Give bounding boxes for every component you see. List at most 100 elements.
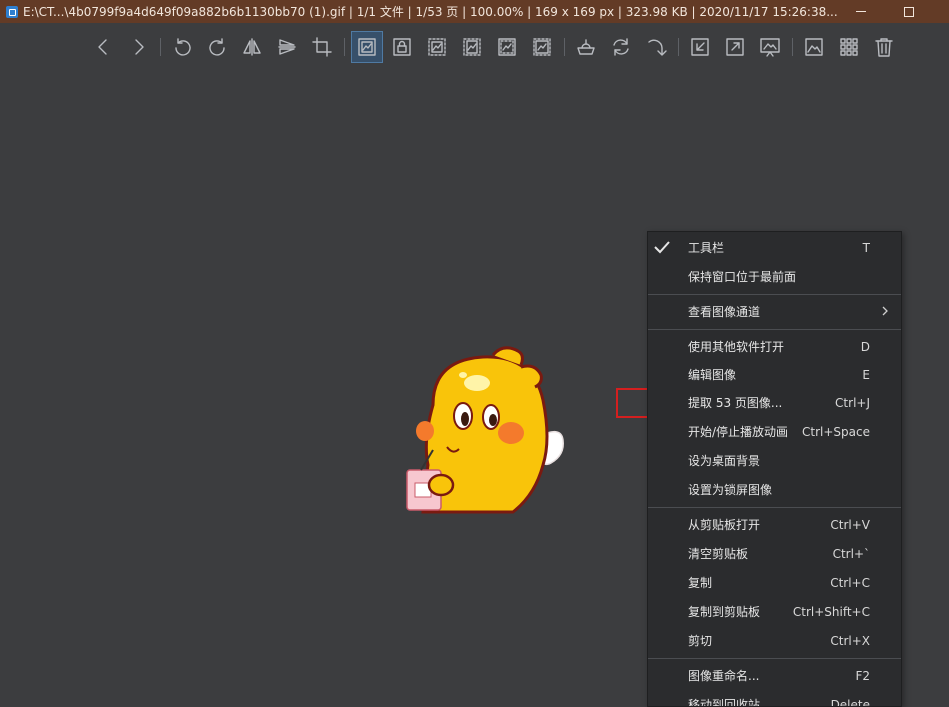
open-file-button[interactable]: [684, 31, 716, 63]
menu-separator: [648, 294, 901, 295]
menu-item-label: 复制: [688, 576, 713, 590]
menu-item-move-to-recycle-bin[interactable]: 移动到回收站 Delete: [648, 690, 901, 707]
next-button[interactable]: [122, 31, 154, 63]
fit-height-button[interactable]: [456, 31, 488, 63]
menu-item-label: 开始/停止播放动画: [688, 425, 789, 439]
frameless-icon: [760, 38, 780, 57]
slideshow-icon: [577, 39, 595, 55]
menu-item-clear-clipboard[interactable]: 清空剪贴板 Ctrl+`: [648, 539, 901, 568]
menu-item-label: 查看图像通道: [688, 305, 761, 319]
maximize-button[interactable]: [886, 0, 932, 23]
menu-separator: [648, 658, 901, 659]
menu-item-toggle-animation[interactable]: 开始/停止播放动画 Ctrl+Space: [648, 417, 901, 446]
app-icon: [6, 5, 18, 18]
prev-button[interactable]: [88, 31, 120, 63]
menu-item-shortcut: D: [860, 339, 870, 354]
menu-item-set-wallpaper[interactable]: 设为桌面背景: [648, 446, 901, 475]
lock-zoom-icon: [393, 38, 411, 56]
menu-separator: [648, 329, 901, 330]
menu-item-label: 剪切: [688, 634, 713, 648]
menu-item-label: 保持窗口位于最前面: [688, 270, 797, 284]
menu-item-rename[interactable]: 图像重命名... F2: [648, 661, 901, 690]
fit-window-button[interactable]: [491, 31, 523, 63]
redo-icon: [648, 39, 667, 56]
fit-width-button[interactable]: [421, 31, 453, 63]
frameless-button[interactable]: [754, 31, 786, 63]
fullscreen-button[interactable]: [719, 31, 751, 63]
menu-item-view-channels[interactable]: 查看图像通道: [648, 297, 901, 326]
menu-item-shortcut: T: [862, 240, 870, 255]
delete-icon: [875, 38, 893, 57]
menu-item-shortcut: Ctrl+Space: [802, 424, 870, 439]
refresh-button[interactable]: [605, 31, 637, 63]
flip-horizontal-button[interactable]: [236, 31, 268, 63]
menu-item-open-clipboard[interactable]: 从剪贴板打开 Ctrl+V: [648, 510, 901, 539]
menu-item-shortcut: Ctrl+X: [830, 633, 870, 648]
slideshow-button[interactable]: [570, 31, 602, 63]
displayed-image: [406, 346, 564, 514]
crop-button[interactable]: [306, 31, 338, 63]
actual-size-icon: [358, 38, 376, 56]
menu-item-label: 清空剪贴板: [688, 547, 749, 561]
menu-item-shortcut: Ctrl+Shift+C: [792, 604, 870, 619]
fit-width-icon: [428, 38, 446, 56]
menu-item-label: 编辑图像: [688, 368, 737, 382]
crop-icon: [312, 37, 332, 57]
menu-item-keep-on-top[interactable]: 保持窗口位于最前面: [648, 262, 901, 291]
window-title: E:\CT...\4b0799f9a4d649f09a882b6b1130bb7…: [23, 5, 838, 19]
delete-button[interactable]: [868, 31, 900, 63]
gallery-button[interactable]: [798, 31, 830, 63]
menu-item-shortcut: F2: [855, 668, 870, 683]
menu-item-open-with[interactable]: 使用其他软件打开 D: [648, 332, 901, 361]
menu-item-label: 提取 53 页图像...: [688, 396, 783, 410]
menu-item-set-lockscreen[interactable]: 设置为锁屏图像: [648, 475, 901, 504]
next-icon: [135, 39, 144, 55]
menu-item-copy-to-clipboard[interactable]: 复制到剪贴板 Ctrl+Shift+C: [648, 597, 901, 626]
fit-height-icon: [463, 38, 481, 56]
redo-button[interactable]: [640, 31, 672, 63]
menu-item-shortcut: Delete: [830, 697, 870, 707]
menu-item-label: 工具栏: [688, 241, 725, 255]
menu-item-extract-frames[interactable]: 提取 53 页图像... Ctrl+J: [648, 388, 901, 417]
menu-item-label: 从剪贴板打开: [688, 518, 761, 532]
submenu-arrow-icon: [882, 306, 888, 316]
lock-zoom-button[interactable]: [386, 31, 418, 63]
thumbnails-button[interactable]: [833, 31, 865, 63]
toolbar-divider: [792, 38, 793, 56]
menu-item-label: 图像重命名...: [688, 669, 760, 683]
fullscreen-icon: [726, 38, 744, 56]
menu-item-label: 复制到剪贴板: [688, 605, 761, 619]
open-file-icon: [691, 38, 709, 56]
fit-window-icon: [498, 38, 516, 56]
actual-size-button[interactable]: [351, 31, 383, 63]
rotate-right-button[interactable]: [201, 31, 233, 63]
minimize-button[interactable]: [838, 0, 884, 23]
rotate-left-icon: [175, 38, 191, 56]
menu-item-edit-image[interactable]: 编辑图像 E: [648, 360, 901, 389]
flip-vertical-button[interactable]: [271, 31, 303, 63]
toolbar: [0, 31, 949, 63]
toolbar-divider: [678, 38, 679, 56]
menu-separator: [648, 507, 901, 508]
toolbar-divider: [160, 38, 161, 56]
checkmark-icon: [654, 241, 670, 254]
maximize-icon: [904, 6, 914, 17]
menu-item-label: 设置为锁屏图像: [688, 483, 773, 497]
menu-item-shortcut: Ctrl+C: [830, 575, 870, 590]
toolbar-divider: [344, 38, 345, 56]
refresh-icon: [613, 38, 629, 56]
toolbar-divider: [564, 38, 565, 56]
thumbnails-icon: [840, 38, 858, 56]
menu-item-toolbar[interactable]: 工具栏 T: [648, 233, 901, 262]
menu-item-label: 使用其他软件打开: [688, 340, 785, 354]
menu-item-copy[interactable]: 复制 Ctrl+C: [648, 568, 901, 597]
menu-item-shortcut: Ctrl+J: [835, 395, 870, 410]
gallery-icon: [805, 38, 823, 56]
menu-item-shortcut: Ctrl+V: [830, 517, 870, 532]
fill-window-button[interactable]: [526, 31, 558, 63]
menu-item-label: 移动到回收站: [688, 698, 761, 707]
rotate-left-button[interactable]: [167, 31, 199, 63]
minimize-icon: [856, 11, 866, 12]
menu-item-cut[interactable]: 剪切 Ctrl+X: [648, 626, 901, 655]
flip-horizontal-icon: [243, 38, 261, 56]
